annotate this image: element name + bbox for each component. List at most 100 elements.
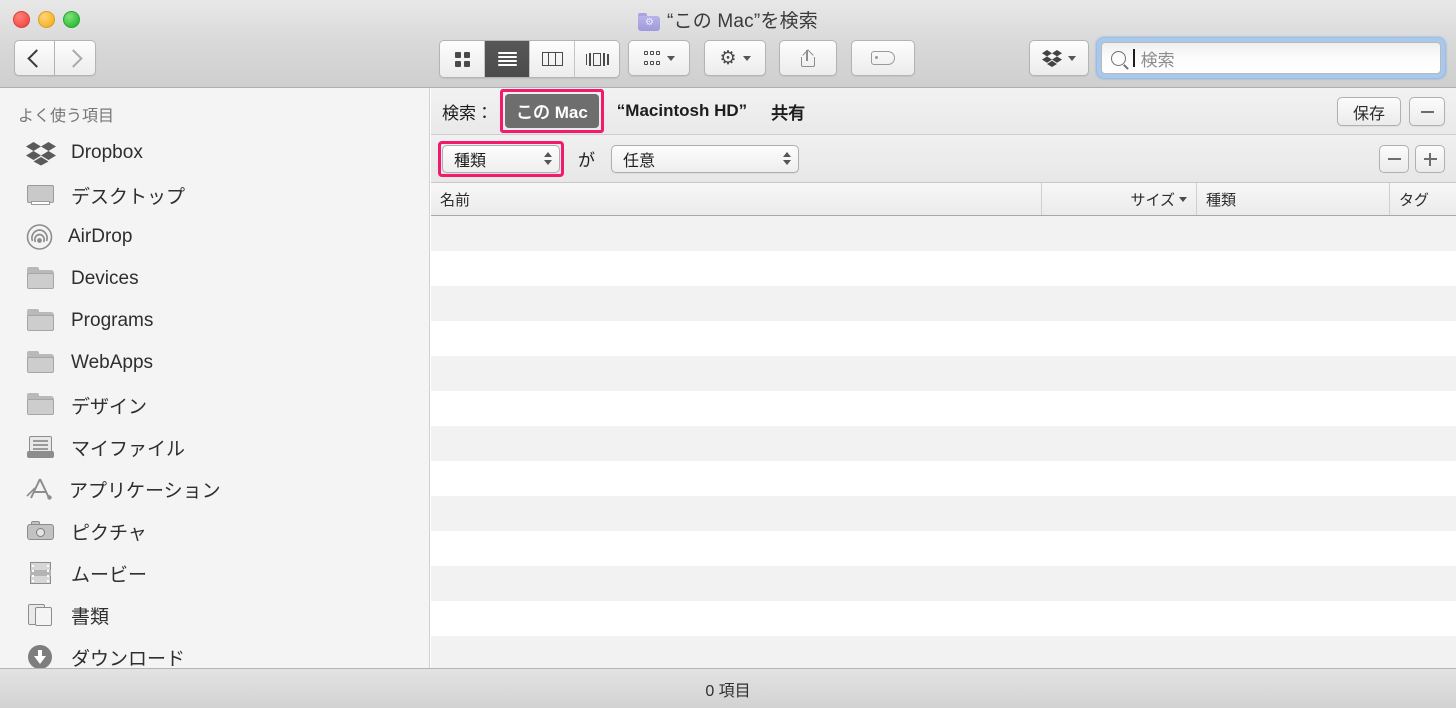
sidebar-item-label: ピクチャ: [71, 522, 147, 544]
coverflow-view-button[interactable]: [575, 41, 619, 77]
text-cursor: [1133, 49, 1135, 67]
remove-criteria-button[interactable]: [1379, 145, 1409, 173]
sidebar-item-design[interactable]: デザイン: [0, 384, 429, 426]
navigation-buttons: [14, 40, 96, 76]
smart-folder-icon: ⚙: [637, 13, 660, 31]
share-button[interactable]: [779, 40, 837, 76]
search-placeholder: 検索: [1140, 50, 1175, 70]
dropbox-icon: [1042, 49, 1062, 67]
sidebar-item-desktop[interactable]: デスクトップ: [0, 174, 429, 216]
criteria-attribute-popup[interactable]: 種類: [438, 140, 564, 177]
table-row: [431, 566, 1456, 601]
airdrop-icon: [26, 224, 53, 250]
status-bar: 0 項目: [0, 668, 1456, 708]
column-header-label: タグ: [1399, 191, 1430, 209]
window-title: ⚙ “この Mac”を検索: [0, 6, 1456, 33]
icon-view-button[interactable]: [440, 41, 485, 77]
chevron-down-icon: [742, 55, 751, 61]
search-input[interactable]: 検索: [1101, 42, 1441, 74]
sidebar-item-all-my-files[interactable]: マイファイル: [0, 426, 429, 468]
search-criteria-row: 種類 が 任意: [431, 135, 1456, 183]
search-field-focus-ring: 検索: [1097, 38, 1445, 78]
window-title-text: “この Mac”を検索: [666, 11, 819, 32]
column-header-size[interactable]: サイズ: [1042, 183, 1197, 215]
all-my-files-icon: [26, 434, 56, 460]
gear-icon: ⚙: [719, 47, 737, 69]
forward-button[interactable]: [55, 40, 96, 76]
sidebar-item-label: Dropbox: [71, 142, 143, 163]
column-header-label: サイズ: [1130, 191, 1175, 209]
back-button[interactable]: [14, 40, 55, 76]
sidebar-item-movies[interactable]: ムービー: [0, 552, 429, 594]
tags-button[interactable]: [851, 40, 915, 76]
remove-scope-button[interactable]: [1409, 97, 1445, 126]
stepper-icon: [783, 152, 791, 165]
grid-icon: [454, 51, 470, 67]
criteria-conjunction: が: [578, 151, 595, 170]
action-menu-button[interactable]: ⚙: [704, 40, 766, 76]
column-header-tags[interactable]: タグ: [1390, 183, 1456, 215]
dropbox-menu-button[interactable]: [1029, 40, 1089, 76]
folder-icon: [26, 350, 56, 376]
sidebar-item-label: アプリケーション: [69, 480, 221, 502]
sidebar-item-applications[interactable]: アプリケーション: [0, 468, 429, 510]
table-row: [431, 286, 1456, 321]
sidebar-item-label: デザイン: [71, 396, 148, 418]
table-row: [431, 496, 1456, 531]
sidebar-item-label: Devices: [71, 268, 139, 289]
sidebar-item-documents[interactable]: 書類: [0, 594, 429, 636]
movies-icon: [26, 560, 56, 586]
scope-option-macintosh-hd[interactable]: “Macintosh HD”: [617, 101, 747, 121]
arrange-icon: [643, 51, 661, 65]
finder-window: ⚙ “この Mac”を検索 ⚙ 検索 よく使う項目 Dropbox デスクトップ…: [0, 0, 1456, 708]
folder-icon: [26, 392, 56, 418]
content-area: 検索： この Mac “Macintosh HD” 共有 保存 種類 が 任意 …: [431, 88, 1456, 671]
plus-icon: [1423, 152, 1437, 166]
add-criteria-button[interactable]: [1415, 145, 1445, 173]
window-titlebar: ⚙ “この Mac”を検索 ⚙ 検索: [0, 0, 1456, 88]
sidebar-item-programs[interactable]: Programs: [0, 300, 429, 342]
criteria-attribute-value: 種類: [454, 152, 487, 170]
table-row: [431, 251, 1456, 286]
documents-icon: [26, 602, 56, 628]
sidebar-item-webapps[interactable]: WebApps: [0, 342, 429, 384]
search-scope-label: 検索：: [442, 103, 493, 123]
file-list[interactable]: [431, 216, 1456, 671]
sidebar-section-favorites: よく使う項目: [18, 108, 115, 125]
scope-option-this-mac[interactable]: この Mac: [500, 89, 604, 133]
sidebar-item-label: AirDrop: [68, 226, 133, 247]
coverflow-icon: [585, 52, 609, 67]
table-row: [431, 636, 1456, 671]
scope-option-shared[interactable]: 共有: [771, 99, 805, 124]
list-view-button[interactable]: [485, 41, 530, 77]
column-header-kind[interactable]: 種類: [1197, 183, 1390, 215]
column-header-label: 名前: [440, 191, 471, 209]
stepper-icon: [544, 152, 552, 165]
sidebar-item-airdrop[interactable]: AirDrop: [0, 216, 429, 258]
sidebar-item-label: デスクトップ: [71, 186, 186, 208]
share-icon: [800, 48, 816, 67]
criteria-operand-popup[interactable]: 任意: [611, 144, 799, 173]
sidebar-item-label: 書類: [71, 606, 110, 628]
arrange-button[interactable]: [628, 40, 690, 76]
scope-bar-actions: 保存: [1337, 97, 1445, 126]
search-scope-bar: 検索： この Mac “Macintosh HD” 共有 保存: [431, 88, 1456, 135]
downloads-icon: [26, 644, 56, 668]
item-count-label: 0 項目: [705, 682, 751, 700]
sidebar-item-pictures[interactable]: ピクチャ: [0, 510, 429, 552]
table-row: [431, 531, 1456, 566]
search-icon: [1111, 50, 1126, 66]
pictures-icon: [26, 518, 56, 544]
desktop-icon: [26, 182, 56, 208]
columns-icon: [541, 52, 563, 66]
column-header-name[interactable]: 名前: [431, 183, 1042, 215]
sidebar-item-devices[interactable]: Devices: [0, 258, 429, 300]
sidebar-item-downloads[interactable]: ダウンロード: [0, 636, 429, 668]
chevron-left-icon: [27, 48, 46, 68]
sidebar-item-dropbox[interactable]: Dropbox: [0, 132, 429, 174]
save-search-button[interactable]: 保存: [1337, 97, 1401, 126]
list-column-headers: 名前 サイズ 種類 タグ: [431, 183, 1456, 216]
column-view-button[interactable]: [530, 41, 575, 77]
dropbox-icon: [26, 140, 56, 166]
table-row: [431, 391, 1456, 426]
